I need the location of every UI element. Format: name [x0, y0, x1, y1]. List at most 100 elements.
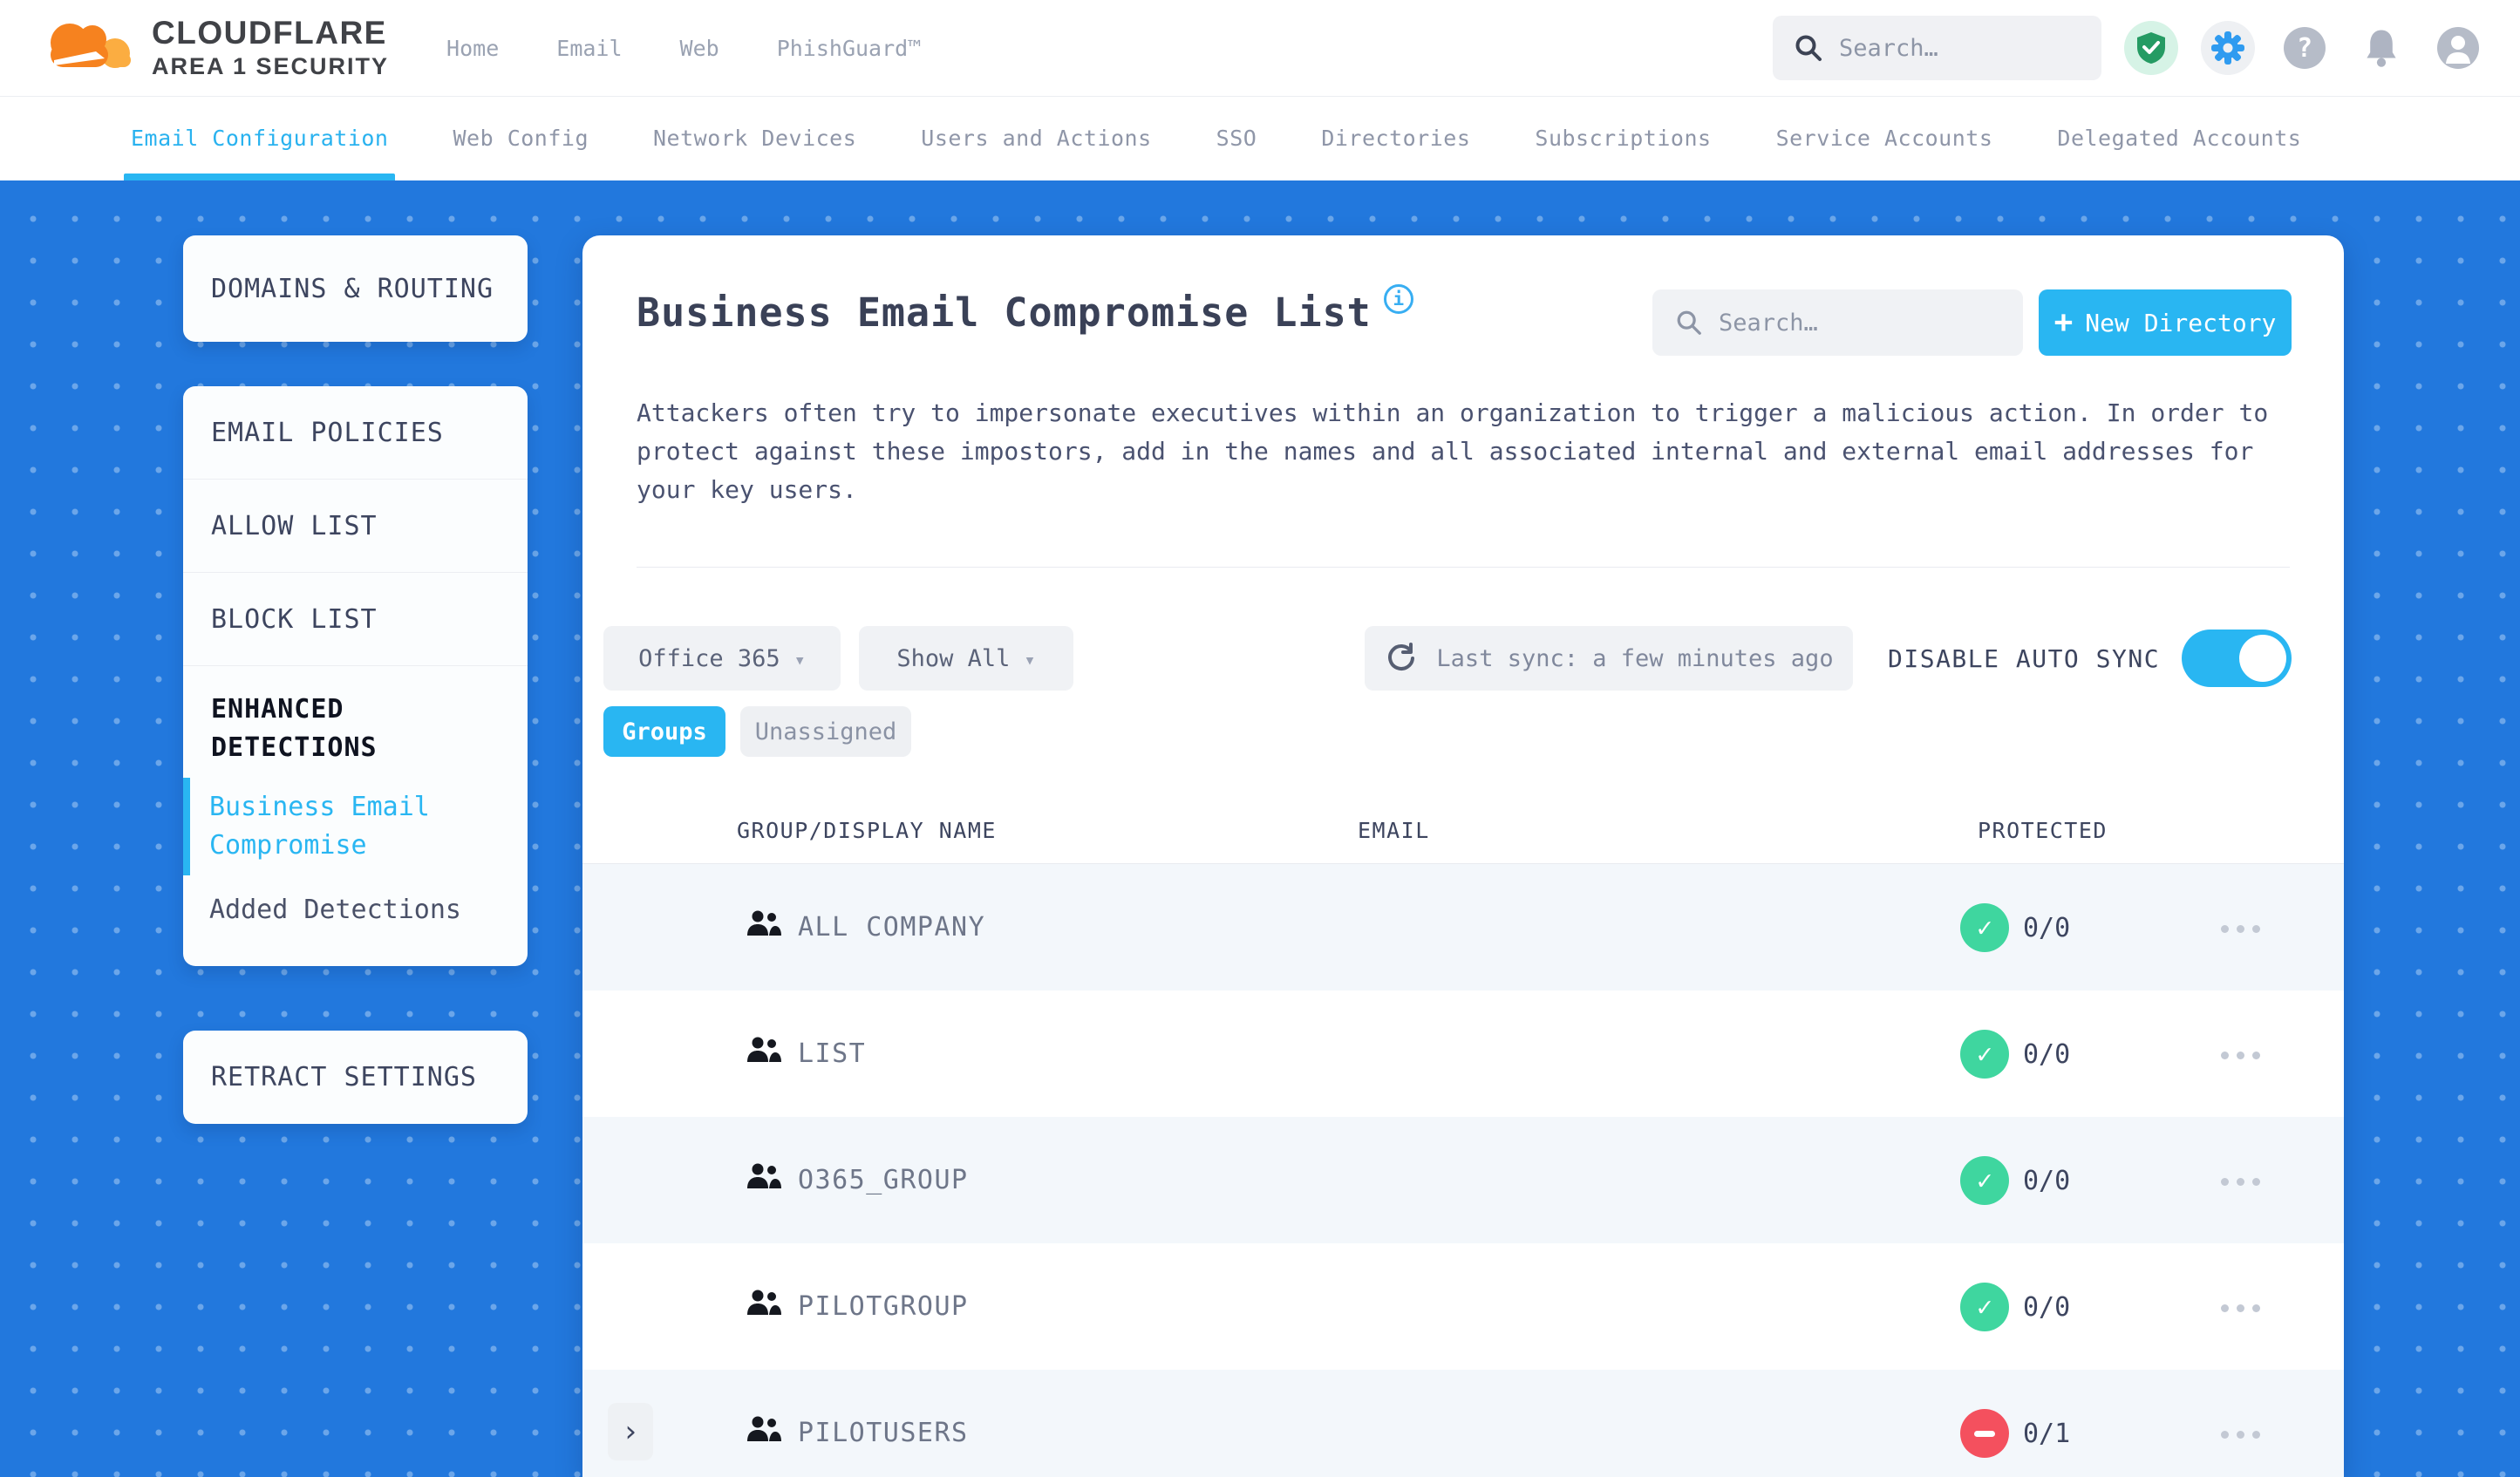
- directory-select-value: Office 365: [638, 644, 780, 672]
- sidebar-item-retract-settings[interactable]: RETRACT SETTINGS: [183, 1031, 528, 1124]
- search-icon: [1677, 310, 1701, 335]
- row-actions-button[interactable]: [2221, 925, 2260, 933]
- table-row[interactable]: ALL COMPANY 0/0: [582, 864, 2344, 990]
- sidebar-heading-enhanced-detections: ENHANCED DETECTIONS: [211, 694, 378, 763]
- auto-sync-toggle[interactable]: [2182, 630, 2292, 687]
- protected-count: 0/0: [2023, 1039, 2071, 1070]
- retract-settings-label: RETRACT SETTINGS: [211, 1062, 477, 1092]
- protected-count: 0/0: [2023, 1166, 2071, 1196]
- group-icon: [747, 1163, 781, 1188]
- account-button[interactable]: [2431, 21, 2485, 75]
- group-table: ALL COMPANY 0/0 LIST 0/0: [582, 864, 2344, 1477]
- settings-button[interactable]: [2201, 21, 2255, 75]
- list-search-placeholder: Search…: [1719, 309, 1818, 337]
- sidebar-item-business-email-compromise[interactable]: Business Email Compromise: [183, 778, 528, 875]
- tab-delegated-accounts[interactable]: Delegated Accounts: [2057, 96, 2301, 180]
- plus-icon: [2054, 307, 2074, 338]
- sidebar-item-email-policies[interactable]: EMAIL POLICIES: [183, 386, 528, 480]
- table-header: GROUP/DISPLAY NAME EMAIL PROTECTED: [582, 818, 2344, 863]
- cloudflare-cloud-icon: [51, 24, 131, 68]
- tab-web-config[interactable]: Web Config: [453, 96, 589, 180]
- row-actions-button[interactable]: [2221, 1052, 2260, 1059]
- tab-service-accounts[interactable]: Service Accounts: [1776, 96, 1993, 180]
- minus-icon: [1974, 1430, 1995, 1437]
- top-header: CLOUDFLARE AREA 1 SECURITY Home Email We…: [0, 0, 2520, 96]
- directory-select[interactable]: Office 365: [603, 626, 841, 691]
- refresh-icon[interactable]: [1384, 641, 1419, 676]
- protected-count: 0/0: [2023, 913, 2071, 943]
- protected-status-badge: [1960, 903, 2009, 952]
- disable-auto-sync-label: DISABLE AUTO SYNC: [1888, 643, 2161, 673]
- table-row[interactable]: PILOTGROUP 0/0: [582, 1243, 2344, 1370]
- expand-row-button[interactable]: [608, 1403, 653, 1460]
- header-right: Search… ?: [1773, 16, 2485, 80]
- show-filter-value: Show All: [896, 644, 1011, 672]
- page-background: DOMAINS & ROUTING EMAIL POLICIES ALLOW L…: [0, 180, 2520, 1477]
- group-icon: [747, 1290, 781, 1315]
- group-name: ALL COMPANY: [798, 912, 986, 943]
- new-directory-button[interactable]: New Directory: [2039, 289, 2292, 356]
- allow-list-label: ALLOW LIST: [211, 510, 378, 541]
- notifications-button[interactable]: [2354, 21, 2408, 75]
- sidebar-item-added-detections[interactable]: Added Detections: [183, 881, 528, 940]
- table-row[interactable]: LIST 0/0: [582, 990, 2344, 1117]
- row-actions-button[interactable]: [2221, 1431, 2260, 1439]
- row-actions-button[interactable]: [2221, 1178, 2260, 1186]
- info-icon[interactable]: [1383, 284, 1413, 314]
- group-icon: [747, 1416, 781, 1441]
- tab-directories[interactable]: Directories: [1321, 96, 1470, 180]
- block-list-label: BLOCK LIST: [211, 603, 378, 635]
- protected-count: 0/0: [2023, 1292, 2071, 1323]
- logo-line2: AREA 1 SECURITY: [152, 53, 390, 80]
- protected-status-badge: [1960, 1283, 2009, 1331]
- nav-phishguard[interactable]: PhishGuard™: [777, 36, 922, 61]
- tab-sso[interactable]: SSO: [1216, 96, 1257, 180]
- nav-email[interactable]: Email: [556, 36, 622, 61]
- check-icon: [1977, 1166, 1992, 1196]
- protected-count: 0/1: [2023, 1419, 2071, 1449]
- tab-email-configuration[interactable]: Email Configuration: [123, 96, 396, 180]
- tab-users-and-actions[interactable]: Users and Actions: [921, 96, 1151, 180]
- check-icon: [1977, 1039, 1992, 1070]
- view-tab-unassigned[interactable]: Unassigned: [740, 706, 911, 757]
- list-search-input[interactable]: Search…: [1652, 289, 2023, 356]
- email-policies-label: EMAIL POLICIES: [211, 417, 444, 448]
- sidebar-policies-card: EMAIL POLICIES ALLOW LIST BLOCK LIST ENH…: [183, 386, 528, 966]
- sidebar-item-block-list[interactable]: BLOCK LIST: [183, 573, 528, 666]
- help-button[interactable]: ?: [2278, 21, 2332, 75]
- protected-status-badge: [1960, 1030, 2009, 1079]
- view-tab-groups[interactable]: Groups: [603, 706, 725, 757]
- sidebar-item-domains-routing[interactable]: DOMAINS & ROUTING: [183, 235, 528, 342]
- tab-network-devices[interactable]: Network Devices: [653, 96, 856, 180]
- column-protected: PROTECTED: [1978, 818, 2108, 843]
- table-row[interactable]: O365_GROUP 0/0: [582, 1117, 2344, 1243]
- tab-subscriptions[interactable]: Subscriptions: [1535, 96, 1711, 180]
- check-icon: [1977, 1292, 1992, 1323]
- group-name: PILOTGROUP: [798, 1291, 969, 1322]
- primary-nav: Home Email Web PhishGuard™: [446, 36, 921, 61]
- shield-check-icon: [2137, 32, 2165, 64]
- chevron-down-icon: [1024, 645, 1035, 672]
- chevron-down-icon: [794, 645, 806, 672]
- user-avatar-icon: [2437, 27, 2479, 69]
- cloudflare-logo: CLOUDFLARE AREA 1 SECURITY: [35, 13, 389, 83]
- page-description: Attackers often try to impersonate execu…: [637, 398, 2269, 504]
- group-icon: [747, 910, 781, 936]
- group-name: LIST: [798, 1038, 867, 1069]
- search-icon: [1795, 35, 1822, 61]
- table-row[interactable]: PILOTUSERS 0/1: [582, 1370, 2344, 1477]
- global-search-input[interactable]: Search…: [1773, 16, 2101, 80]
- main-panel: Business Email Compromise List Search… N…: [582, 235, 2344, 1477]
- nav-web[interactable]: Web: [680, 36, 719, 61]
- show-filter-select[interactable]: Show All: [859, 626, 1073, 691]
- security-status-button[interactable]: [2124, 21, 2178, 75]
- check-icon: [1977, 913, 1992, 943]
- sidebar-item-allow-list[interactable]: ALLOW LIST: [183, 480, 528, 573]
- toggle-knob: [2239, 635, 2286, 682]
- section-tabs: Email Configuration Web Config Network D…: [0, 96, 2520, 180]
- nav-home[interactable]: Home: [446, 36, 499, 61]
- page-title: Business Email Compromise List: [637, 289, 1372, 336]
- new-directory-label: New Directory: [2085, 308, 2277, 337]
- row-actions-button[interactable]: [2221, 1304, 2260, 1312]
- domains-routing-label: DOMAINS & ROUTING: [211, 273, 494, 304]
